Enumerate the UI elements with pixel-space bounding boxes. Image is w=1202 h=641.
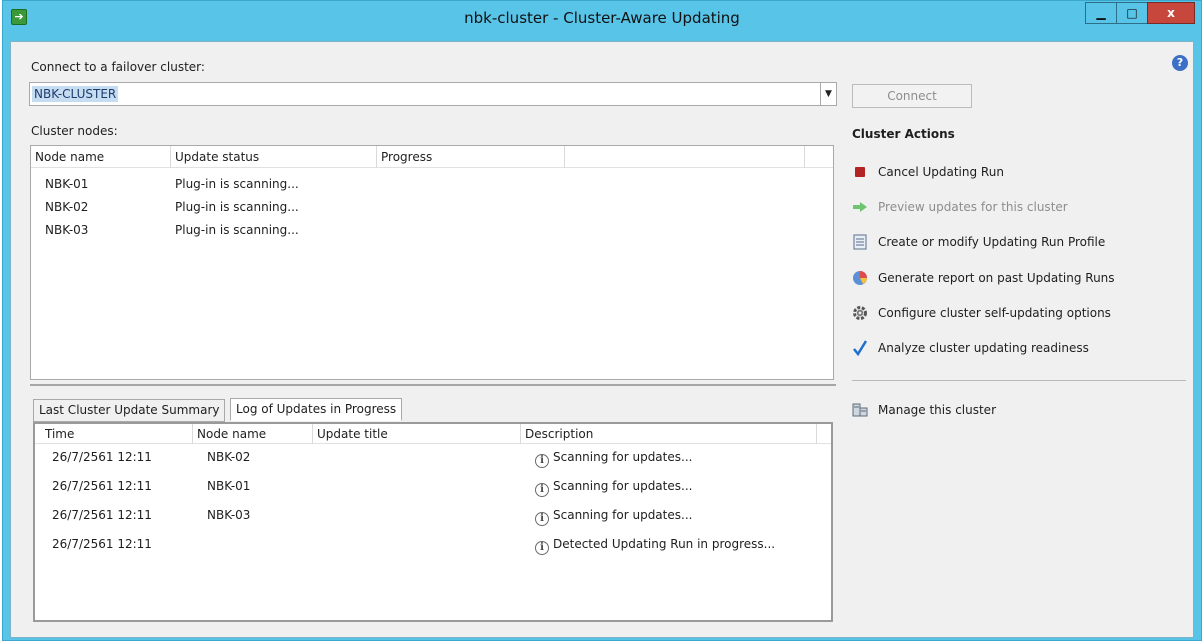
table-row[interactable]: 26/7/2561 12:11 i Detected Updating Run i… bbox=[35, 533, 831, 556]
close-button[interactable]: x bbox=[1147, 2, 1195, 24]
document-icon bbox=[852, 234, 868, 250]
maximize-button[interactable]: □ bbox=[1116, 2, 1148, 24]
gear-icon bbox=[852, 305, 868, 321]
time-cell: 26/7/2561 12:11 bbox=[52, 508, 152, 522]
cluster-nodes-list[interactable]: Node name Update status Progress NBK-01 … bbox=[30, 145, 834, 380]
minimize-icon: ▁ bbox=[1096, 6, 1106, 20]
connect-label: Connect to a failover cluster: bbox=[31, 60, 205, 74]
cluster-combobox[interactable]: NBK-CLUSTER ▼ bbox=[29, 82, 837, 106]
report-icon bbox=[852, 270, 868, 286]
actions-divider bbox=[852, 380, 1186, 381]
description-cell: i Scanning for updates... bbox=[535, 450, 692, 468]
time-cell: 26/7/2561 12:11 bbox=[52, 537, 152, 551]
nodes-header-row: Node name Update status Progress bbox=[31, 146, 833, 168]
info-icon: i bbox=[535, 512, 549, 526]
description-cell: i Scanning for updates... bbox=[535, 479, 692, 497]
checkmark-icon bbox=[852, 340, 868, 356]
analyze-readiness-link[interactable]: Analyze cluster updating readiness bbox=[852, 338, 1089, 358]
action-label: Analyze cluster updating readiness bbox=[878, 341, 1089, 355]
preview-updates-link[interactable]: Preview updates for this cluster bbox=[852, 197, 1068, 217]
column-header-node-name[interactable]: Node name bbox=[31, 146, 171, 168]
action-label: Manage this cluster bbox=[878, 403, 997, 417]
close-icon: x bbox=[1167, 6, 1175, 20]
time-cell: 26/7/2561 12:11 bbox=[52, 479, 152, 493]
description-cell: i Scanning for updates... bbox=[535, 508, 692, 526]
node-name-cell: NBK-02 bbox=[45, 200, 89, 214]
table-row[interactable]: 26/7/2561 12:11 NBK-02 i Scanning for upd… bbox=[35, 446, 831, 469]
cluster-nodes-label: Cluster nodes: bbox=[31, 124, 118, 138]
action-label: Generate report on past Updating Runs bbox=[878, 271, 1115, 285]
action-label: Create or modify Updating Run Profile bbox=[878, 235, 1106, 249]
table-row[interactable]: NBK-02 Plug-in is scanning... bbox=[31, 196, 833, 219]
column-header-description[interactable]: Description bbox=[521, 424, 817, 444]
cluster-actions-heading: Cluster Actions bbox=[852, 127, 955, 141]
panel-splitter[interactable] bbox=[30, 384, 836, 386]
window-controls: ▁ □ x bbox=[1085, 2, 1195, 24]
info-icon: i bbox=[535, 541, 549, 555]
minimize-button[interactable]: ▁ bbox=[1085, 2, 1117, 24]
table-row[interactable]: 26/7/2561 12:11 NBK-03 i Scanning for upd… bbox=[35, 504, 831, 527]
info-icon: i bbox=[535, 483, 549, 497]
description-text: Detected Updating Run in progress... bbox=[553, 537, 776, 551]
description-text: Scanning for updates... bbox=[553, 450, 693, 464]
action-label: Configure cluster self-updating options bbox=[878, 306, 1111, 320]
server-icon bbox=[852, 402, 868, 418]
node-name-cell: NBK-03 bbox=[45, 223, 89, 237]
update-log-list[interactable]: Time Node name Update title Description … bbox=[33, 422, 833, 622]
update-status-cell: Plug-in is scanning... bbox=[175, 177, 299, 191]
help-icon[interactable]: ? bbox=[1172, 55, 1188, 71]
column-header-blank[interactable] bbox=[565, 146, 805, 168]
cluster-combobox-value[interactable]: NBK-CLUSTER bbox=[32, 86, 119, 102]
maximize-icon: □ bbox=[1126, 6, 1138, 20]
connect-button[interactable]: Connect bbox=[852, 84, 972, 108]
dropdown-arrow-icon[interactable]: ▼ bbox=[820, 83, 836, 105]
stop-icon bbox=[852, 164, 868, 180]
description-cell: i Detected Updating Run in progress... bbox=[535, 537, 775, 555]
time-cell: 26/7/2561 12:11 bbox=[52, 450, 152, 464]
client-area: Connect to a failover cluster: NBK-CLUST… bbox=[10, 41, 1194, 638]
cancel-updating-run-link[interactable]: Cancel Updating Run bbox=[852, 162, 1004, 182]
log-header-row: Time Node name Update title Description bbox=[35, 424, 831, 444]
node-name-cell: NBK-01 bbox=[207, 479, 251, 493]
action-label: Preview updates for this cluster bbox=[878, 200, 1068, 214]
column-header-progress[interactable]: Progress bbox=[377, 146, 565, 168]
generate-report-link[interactable]: Generate report on past Updating Runs bbox=[852, 268, 1115, 288]
column-header-node-name[interactable]: Node name bbox=[193, 424, 313, 444]
action-label: Cancel Updating Run bbox=[878, 165, 1004, 179]
node-name-cell: NBK-03 bbox=[207, 508, 251, 522]
node-name-cell: NBK-01 bbox=[45, 177, 89, 191]
configure-self-updating-link[interactable]: Configure cluster self-updating options bbox=[852, 303, 1111, 323]
table-row[interactable]: 26/7/2561 12:11 NBK-01 i Scanning for upd… bbox=[35, 475, 831, 498]
arrow-right-icon bbox=[852, 199, 868, 215]
manage-cluster-link[interactable]: Manage this cluster bbox=[852, 400, 996, 420]
table-row[interactable]: NBK-03 Plug-in is scanning... bbox=[31, 219, 833, 242]
title-bar[interactable]: ➔ nbk-cluster - Cluster-Aware Updating ▁… bbox=[3, 1, 1201, 41]
description-text: Scanning for updates... bbox=[553, 508, 693, 522]
create-modify-profile-link[interactable]: Create or modify Updating Run Profile bbox=[852, 232, 1105, 252]
app-window: ➔ nbk-cluster - Cluster-Aware Updating ▁… bbox=[2, 0, 1202, 641]
node-name-cell: NBK-02 bbox=[207, 450, 251, 464]
tab-log-of-updates-in-progress[interactable]: Log of Updates in Progress bbox=[230, 398, 403, 421]
column-header-update-status[interactable]: Update status bbox=[171, 146, 377, 168]
tab-last-cluster-update-summary[interactable]: Last Cluster Update Summary bbox=[33, 399, 226, 422]
info-icon: i bbox=[535, 454, 549, 468]
window-title: nbk-cluster - Cluster-Aware Updating bbox=[464, 9, 740, 27]
update-status-cell: Plug-in is scanning... bbox=[175, 200, 299, 214]
update-status-cell: Plug-in is scanning... bbox=[175, 223, 299, 237]
column-header-time[interactable]: Time bbox=[41, 424, 193, 444]
description-text: Scanning for updates... bbox=[553, 479, 693, 493]
column-header-update-title[interactable]: Update title bbox=[313, 424, 521, 444]
table-row[interactable]: NBK-01 Plug-in is scanning... bbox=[31, 173, 833, 196]
